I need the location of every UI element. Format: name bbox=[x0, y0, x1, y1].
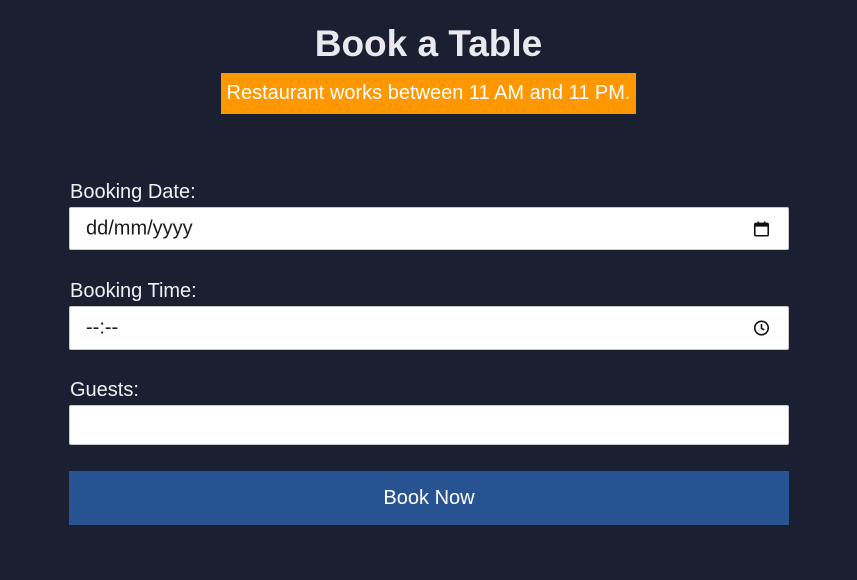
page-title: Book a Table bbox=[314, 23, 543, 64]
hours-notice: Restaurant works between 11 AM and 11 PM… bbox=[220, 73, 637, 114]
guests-input[interactable] bbox=[69, 405, 789, 445]
calendar-icon[interactable] bbox=[752, 219, 771, 238]
book-now-button[interactable]: Book Now bbox=[69, 471, 789, 525]
notice-container: Restaurant works between 11 AM and 11 PM… bbox=[0, 73, 857, 114]
booking-date-label: Booking Date: bbox=[70, 181, 196, 203]
clock-icon[interactable] bbox=[752, 319, 771, 338]
booking-time-label: Booking Time: bbox=[70, 280, 197, 302]
booking-date-placeholder: dd/mm/yyyy bbox=[86, 217, 193, 239]
booking-time-input[interactable]: --:-- bbox=[69, 306, 789, 350]
guests-label: Guests: bbox=[70, 379, 139, 401]
booking-date-input[interactable]: dd/mm/yyyy bbox=[69, 207, 789, 250]
booking-time-placeholder: --:-- bbox=[86, 316, 119, 339]
